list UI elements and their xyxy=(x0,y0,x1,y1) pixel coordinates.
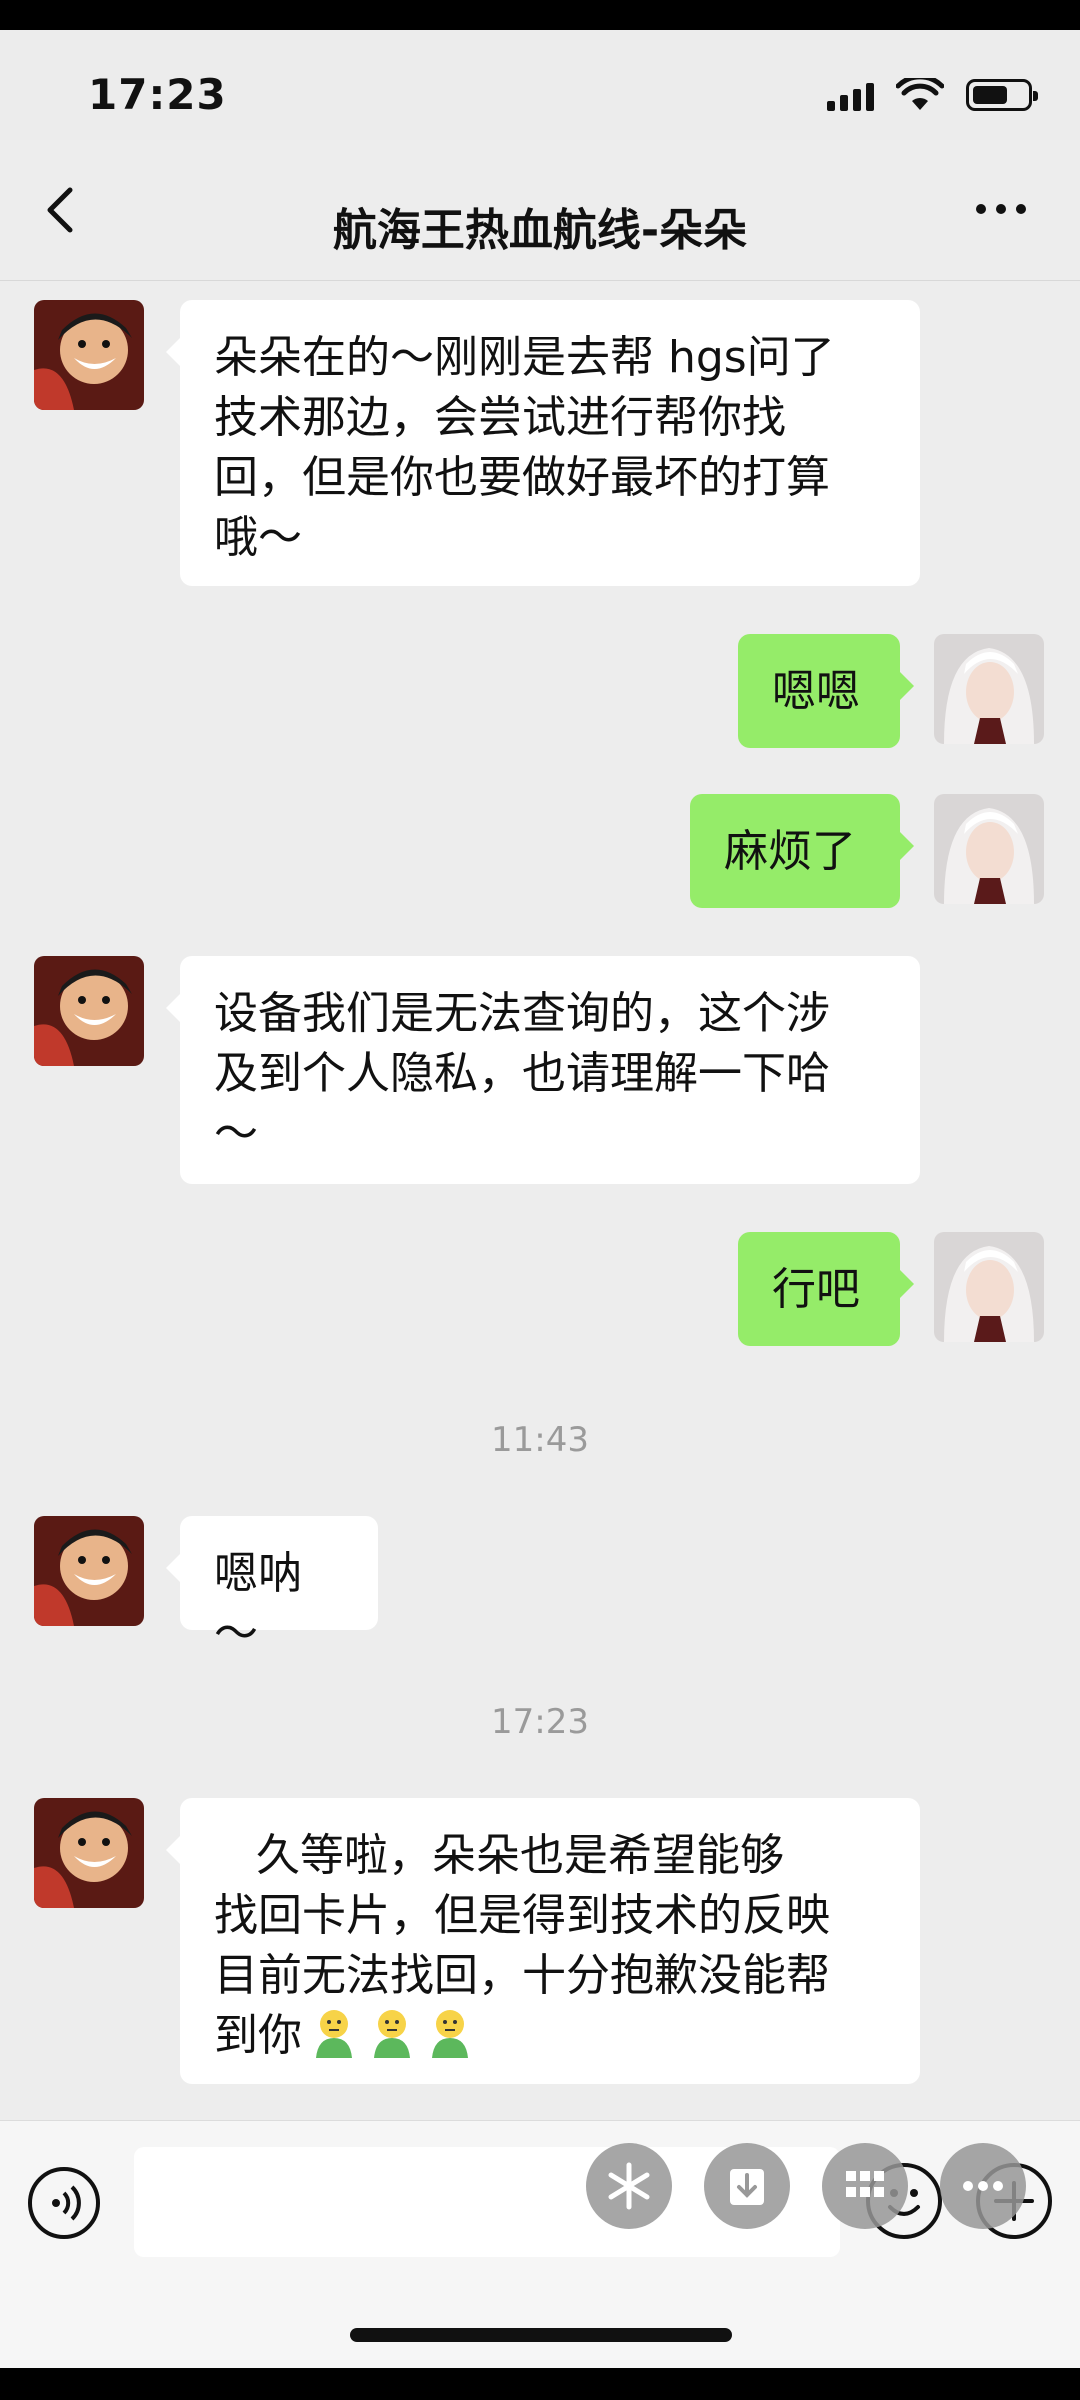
contact-avatar[interactable] xyxy=(34,956,144,1066)
message-bubble-incoming[interactable]: 嗯呐～ xyxy=(166,1516,378,1659)
chat-header: 航海王热血航线-朵朵 xyxy=(0,140,1080,281)
message-bubble-outgoing[interactable]: 行吧 xyxy=(738,1232,914,1346)
sparkle-icon[interactable] xyxy=(586,2143,672,2229)
chat-title: 航海王热血航线-朵朵 xyxy=(332,205,748,256)
user-avatar[interactable] xyxy=(934,1232,1044,1342)
status-icons xyxy=(827,78,1038,112)
contact-avatar[interactable] xyxy=(34,300,144,410)
signal-icon xyxy=(827,79,874,111)
emoji-icon xyxy=(316,2010,352,2058)
emoji-icon xyxy=(432,2010,468,2058)
more-dots-icon[interactable] xyxy=(940,2143,1026,2229)
message-text: 久等啦，朵朵也是希望能够 找回卡片，但是得到技术的反映 目前无法找回，十分抱歉没… xyxy=(214,1830,830,2061)
message-bubble-outgoing[interactable]: 嗯嗯 xyxy=(738,634,914,748)
contact-avatar[interactable] xyxy=(34,1516,144,1626)
battery-icon xyxy=(966,79,1038,111)
wifi-icon xyxy=(896,78,944,110)
voice-icon[interactable] xyxy=(28,2167,100,2239)
user-avatar[interactable] xyxy=(934,634,1044,744)
screen-top-edge xyxy=(0,0,1080,30)
message-bubble-incoming[interactable]: 朵朵在的～刚刚是去帮 hgs问了 技术那边，会尝试进行帮你找 回，但是你也要做好… xyxy=(166,300,920,586)
contact-avatar[interactable] xyxy=(34,1798,144,1908)
download-icon[interactable] xyxy=(704,2143,790,2229)
message-bubble-outgoing[interactable]: 麻烦了 xyxy=(690,794,914,908)
more-icon[interactable] xyxy=(966,194,1036,224)
status-time: 17:23 xyxy=(88,70,227,119)
screen-bottom-edge xyxy=(0,2368,1080,2400)
message-timestamp: 17:23 xyxy=(491,1702,589,1742)
grid-icon[interactable] xyxy=(822,2143,908,2229)
status-bar: 17:23 xyxy=(0,30,1080,140)
message-timestamp: 11:43 xyxy=(491,1420,589,1460)
message-bubble-incoming[interactable]: 设备我们是无法查询的，这个涉 及到个人隐私，也请理解一下哈 ～ xyxy=(166,956,920,1184)
emoji-icon xyxy=(374,2010,410,2058)
message-bubble-incoming[interactable]: 久等啦，朵朵也是希望能够 找回卡片，但是得到技术的反映 目前无法找回，十分抱歉没… xyxy=(166,1798,920,2084)
home-indicator[interactable] xyxy=(350,2328,732,2342)
user-avatar[interactable] xyxy=(934,794,1044,904)
